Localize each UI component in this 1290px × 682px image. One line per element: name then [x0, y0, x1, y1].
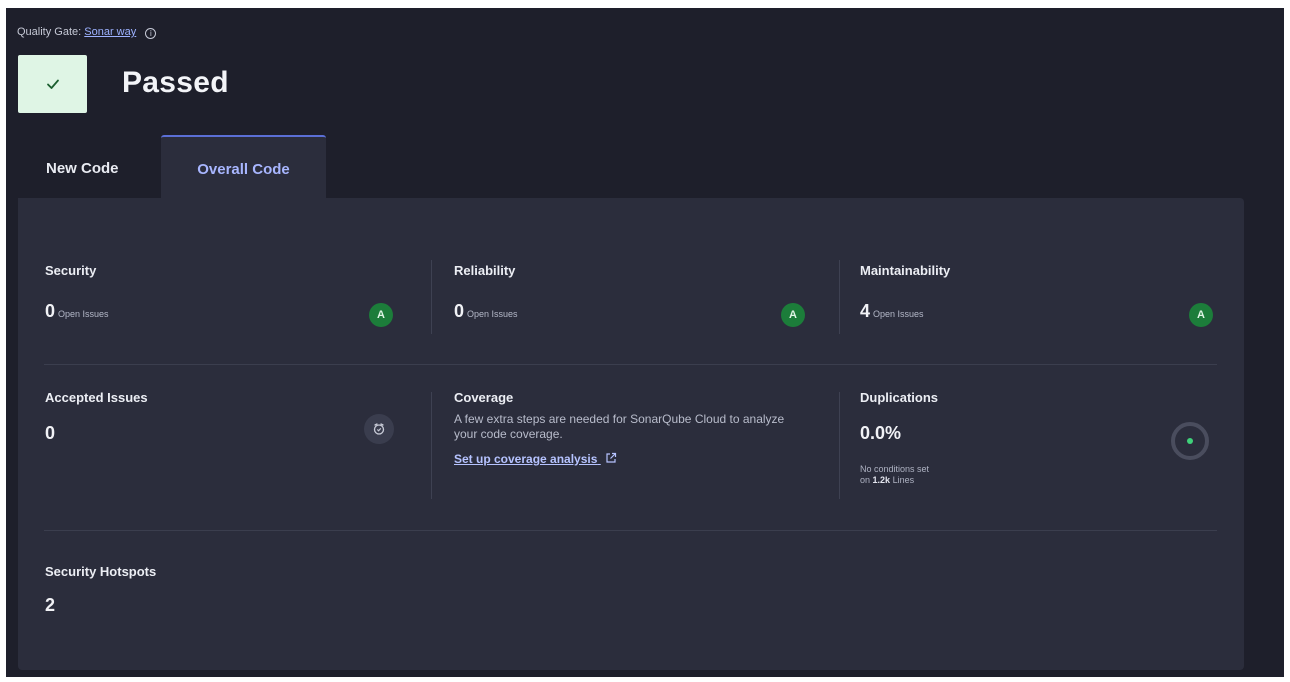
duplications-note-prefix: on	[860, 475, 871, 485]
coverage-description: A few extra steps are needed for SonarQu…	[454, 412, 785, 441]
quality-gate-status: Passed	[122, 66, 229, 99]
reliability-grade-badge[interactable]: A	[781, 303, 805, 327]
quality-gate-line: Quality Gate: Sonar way i	[17, 26, 157, 39]
security-grade-badge[interactable]: A	[369, 303, 393, 327]
setup-coverage-link-label: Set up coverage analysis	[454, 452, 598, 466]
security-hotspots-value[interactable]: 2	[45, 595, 55, 616]
row-divider	[44, 530, 1217, 531]
maintainability-count: 4	[860, 301, 871, 321]
duplications-title: Duplications	[860, 390, 939, 405]
passed-status-box	[18, 55, 87, 113]
accepted-issues-value[interactable]: 0	[45, 423, 55, 444]
security-unit: Open Issues	[58, 309, 109, 319]
reliability-count: 0	[454, 301, 465, 321]
accepted-issues-title: Accepted Issues	[45, 390, 148, 405]
maintainability-grade-badge[interactable]: A	[1189, 303, 1213, 327]
duplications-value[interactable]: 0.0%	[860, 423, 901, 444]
reliability-unit: Open Issues	[467, 309, 518, 319]
quality-gate-frame: Quality Gate: Sonar way i Passed New Cod…	[6, 8, 1284, 677]
divider	[839, 392, 840, 499]
duplications-indicator-icon	[1171, 422, 1209, 460]
security-title: Security	[45, 263, 97, 278]
coverage-title: Coverage	[454, 390, 514, 405]
tab-overall-code-label: Overall Code	[197, 160, 290, 178]
row-divider	[44, 364, 1217, 365]
divider	[431, 260, 432, 334]
quality-gate-link[interactable]: Sonar way	[84, 26, 136, 38]
security-value[interactable]: 0 Open Issues	[45, 301, 109, 322]
maintainability-value[interactable]: 4 Open Issues	[860, 301, 924, 322]
security-hotspots-title: Security Hotspots	[45, 564, 157, 579]
security-count: 0	[45, 301, 56, 321]
divider	[839, 260, 840, 334]
maintainability-title: Maintainability	[860, 263, 951, 278]
divider	[431, 392, 432, 499]
accepted-issues-icon	[364, 414, 394, 444]
check-icon	[46, 79, 59, 89]
tab-new-code[interactable]: New Code	[46, 160, 119, 177]
reliability-value[interactable]: 0 Open Issues	[454, 301, 518, 322]
maintainability-unit: Open Issues	[873, 309, 924, 319]
info-icon[interactable]: i	[145, 28, 157, 39]
accepted-issues-glyph-icon	[373, 423, 385, 435]
external-link-icon	[606, 452, 616, 463]
metrics-panel: Security 0 Open Issues A Reliability 0 Ope…	[18, 198, 1244, 670]
tab-overall-code[interactable]: Overall Code	[161, 135, 326, 199]
reliability-title: Reliability	[454, 263, 516, 278]
duplications-lines-count: 1.2k	[872, 475, 891, 485]
setup-coverage-link[interactable]: Set up coverage analysis	[454, 452, 617, 466]
quality-gate-prefix: Quality Gate:	[17, 26, 82, 38]
duplications-note: No conditions set on 1.2k Lines	[860, 464, 929, 486]
duplications-note-line1: No conditions set	[860, 464, 930, 474]
duplications-note-line2: on 1.2k Lines	[860, 475, 929, 486]
duplications-note-suffix: Lines	[892, 475, 915, 485]
